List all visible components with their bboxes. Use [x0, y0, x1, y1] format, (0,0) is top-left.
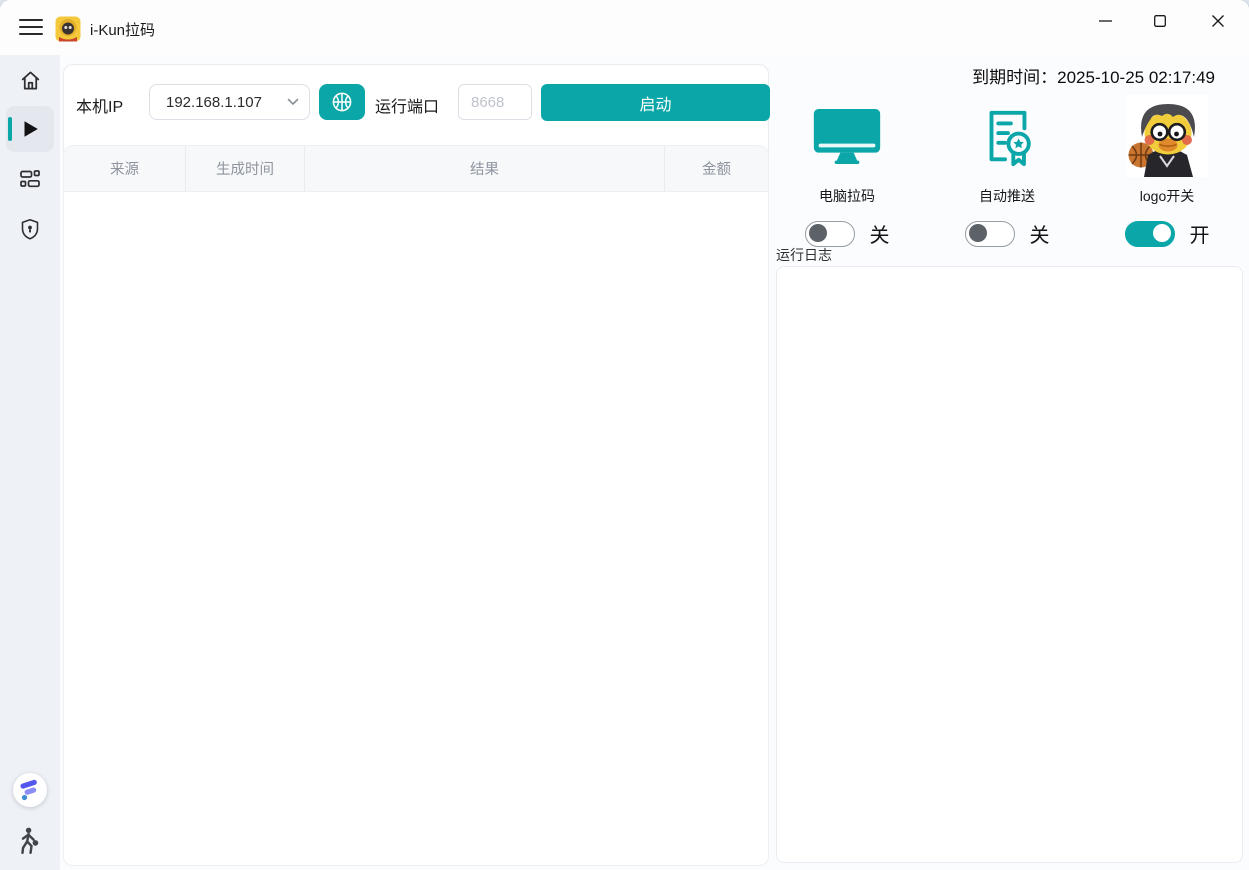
home-icon	[18, 68, 43, 93]
results-table: 来源 生成时间 结果 金额	[63, 145, 769, 866]
ip-select-value: 192.168.1.107	[166, 94, 287, 111]
sidebar-item-brand[interactable]	[0, 773, 60, 807]
active-indicator	[8, 117, 12, 141]
sidebar	[0, 55, 60, 870]
feature-label: 自动推送	[979, 186, 1035, 206]
column-header-amount: 金额	[664, 146, 768, 191]
brand-logo-icon	[13, 773, 47, 807]
logo-switch-toggle[interactable]	[1125, 221, 1175, 247]
toggle-knob	[969, 224, 987, 242]
app-window: i-Kun拉码	[0, 0, 1249, 870]
chevron-down-icon	[287, 98, 299, 106]
column-header-source: 来源	[64, 146, 185, 191]
monitor-icon	[811, 94, 883, 178]
feature-label: 电脑拉码	[819, 186, 875, 206]
column-header-time: 生成时间	[185, 146, 304, 191]
expiry-value: 2025-10-25 02:17:49	[1057, 68, 1215, 87]
feature-logo-switch: logo开关 开	[1087, 94, 1247, 248]
close-button[interactable]	[1195, 0, 1241, 42]
auto-push-toggle[interactable]	[965, 221, 1015, 247]
hamburger-icon	[19, 18, 43, 36]
start-button[interactable]: 启动	[541, 84, 770, 121]
minimize-icon	[1099, 20, 1112, 22]
expiry-time: 到期时间：2025-10-25 02:17:49	[972, 63, 1215, 88]
feature-auto-push: 自动推送 关	[927, 94, 1087, 248]
local-ip-label: 本机IP	[76, 93, 123, 117]
certificate-icon	[976, 94, 1038, 178]
sidebar-item-apps[interactable]	[0, 157, 60, 201]
title-bar: i-Kun拉码	[0, 0, 1249, 55]
main-panel: 本机IP 192.168.1.107 运行端口 启动 来源 生成时间 结果 金额	[63, 64, 769, 866]
sidebar-item-home[interactable]	[0, 58, 60, 102]
window-title: i-Kun拉码	[90, 19, 155, 40]
menu-button[interactable]	[14, 8, 48, 46]
computer-pull-toggle[interactable]	[805, 221, 855, 247]
port-input[interactable]	[458, 84, 532, 120]
toggle-knob	[1153, 224, 1171, 242]
port-label: 运行端口	[375, 93, 439, 117]
minimize-button[interactable]	[1082, 0, 1128, 42]
play-icon	[19, 118, 41, 140]
toggle-knob	[809, 224, 827, 242]
column-header-result: 结果	[304, 146, 664, 191]
grid-icon	[18, 167, 42, 191]
toggle-state-label: 关	[1030, 219, 1050, 248]
toggle-state-label: 开	[1190, 219, 1210, 248]
refresh-ip-button[interactable]	[319, 84, 365, 120]
maximize-button[interactable]	[1137, 0, 1183, 42]
sidebar-item-run[interactable]	[6, 106, 54, 152]
sidebar-item-security[interactable]	[0, 207, 60, 251]
basketball-icon	[330, 90, 354, 114]
maximize-icon	[1154, 15, 1166, 27]
expiry-label: 到期时间：	[972, 68, 1057, 87]
ip-select[interactable]: 192.168.1.107	[149, 84, 310, 120]
feature-computer-pull: 电脑拉码 关	[767, 94, 927, 248]
feature-label: logo开关	[1140, 186, 1194, 206]
shield-icon	[18, 217, 42, 241]
sidebar-item-player[interactable]	[0, 826, 60, 856]
close-icon	[1212, 15, 1224, 27]
run-log-label: 运行日志	[776, 245, 832, 265]
app-logo-icon	[55, 16, 81, 42]
table-body[interactable]	[64, 192, 768, 865]
run-log-area[interactable]	[776, 266, 1243, 863]
toggle-state-label: 关	[870, 219, 890, 248]
table-header-row: 来源 生成时间 结果 金额	[64, 146, 768, 192]
ikun-avatar-image	[1126, 94, 1208, 178]
basketball-player-icon	[15, 826, 45, 856]
